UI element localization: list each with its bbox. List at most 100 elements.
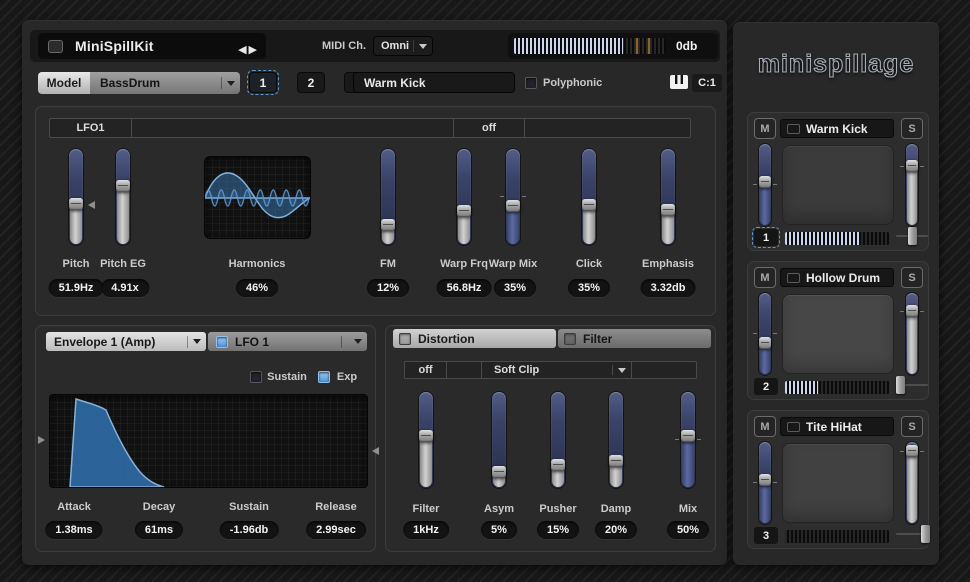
lfo-title[interactable]: LFO1 <box>50 119 132 137</box>
key-range-badge[interactable]: C:1 <box>692 74 722 92</box>
prev-preset-icon[interactable]: ◀ <box>238 43 246 56</box>
polyphonic-checkbox[interactable] <box>525 77 537 89</box>
voice-button-2[interactable]: 2 <box>297 72 325 93</box>
mixer-panel: minispillage M Warm Kick S 1 M <box>733 22 939 565</box>
distortion-mode-dropdown[interactable]: Soft Clip <box>482 362 632 378</box>
distortion-off-cell[interactable]: off <box>405 362 447 378</box>
peak-indicator <box>636 38 638 54</box>
distortion-mode-value: Soft Clip <box>494 364 539 376</box>
warp-frq-value[interactable]: 56.8Hz <box>437 279 492 297</box>
filter-enable-checkbox[interactable] <box>564 333 576 345</box>
slot-name-field[interactable]: Warm Kick <box>780 119 894 138</box>
preset-name-field[interactable]: Warm Kick <box>353 72 515 93</box>
mod-source-dropdown[interactable]: LFO 1 <box>208 332 367 351</box>
dist-filter-value[interactable]: 1kHz <box>403 521 449 539</box>
fm-value[interactable]: 12% <box>367 279 409 297</box>
asym-value[interactable]: 5% <box>481 521 517 539</box>
click-slider[interactable] <box>582 149 596 245</box>
release-value[interactable]: 2.99sec <box>306 521 366 539</box>
preset-file-icon[interactable] <box>48 40 63 53</box>
lfo-header-bar: LFO1 off <box>49 118 691 138</box>
solo-button[interactable]: S <box>901 267 923 288</box>
keyboard-icon[interactable] <box>670 75 688 94</box>
sustain-checkbox[interactable] <box>250 371 262 383</box>
slot-select-button[interactable]: 1 <box>754 229 778 246</box>
envelope-graph[interactable] <box>49 394 368 488</box>
slot-pan-slider[interactable] <box>759 442 771 524</box>
attack-value[interactable]: 1.38ms <box>45 521 102 539</box>
dist-filter-slider[interactable] <box>419 392 433 488</box>
slot-volume-slider[interactable] <box>906 144 918 226</box>
warp-mix-slider[interactable] <box>506 149 520 245</box>
dist-mix-slider[interactable] <box>681 392 695 488</box>
model-dropdown[interactable]: BassDrum <box>90 72 240 94</box>
envelope-selector-dropdown[interactable]: Envelope 1 (Amp) <box>46 332 206 351</box>
distortion-enable-checkbox[interactable] <box>399 333 411 345</box>
pitch-eg-value[interactable]: 4.91x <box>101 279 149 297</box>
solo-button[interactable]: S <box>901 118 923 139</box>
release-label: Release <box>315 501 357 514</box>
distortion-panel: Distortion Filter off Soft Clip <box>385 325 716 552</box>
harmonics-value[interactable]: 46% <box>236 279 278 297</box>
slot-name-field[interactable]: Tite HiHat <box>780 417 894 436</box>
tab-distortion[interactable]: Distortion <box>393 329 556 348</box>
slot-output-slider[interactable] <box>894 224 930 248</box>
plugin-background: MiniSpillKit ◀ ▶ MIDI Ch. Omni 0 <box>0 0 970 582</box>
envelope-end-marker-icon[interactable] <box>372 447 379 455</box>
midi-channel-dropdown[interactable]: Omni <box>373 36 433 56</box>
slot-pan-slider[interactable] <box>759 293 771 375</box>
warp-mix-value[interactable]: 35% <box>494 279 536 297</box>
harmonics-display[interactable] <box>204 156 311 239</box>
pusher-value[interactable]: 15% <box>537 521 579 539</box>
drum-slot-3: M Tite HiHat S 3 <box>747 410 929 549</box>
slot-volume-slider[interactable] <box>906 293 918 375</box>
preset-selector[interactable]: MiniSpillKit ◀ ▶ <box>38 33 266 59</box>
slot-output-slider[interactable] <box>894 373 930 397</box>
slot-volume-slider[interactable] <box>906 442 918 524</box>
pitch-value[interactable]: 51.9Hz <box>49 279 104 297</box>
asym-slider[interactable] <box>492 392 506 488</box>
drum-pad[interactable] <box>782 443 894 523</box>
sustain-value[interactable]: -1.96db <box>220 521 279 539</box>
fm-slider[interactable] <box>381 149 395 245</box>
dist-mix-value[interactable]: 50% <box>667 521 709 539</box>
slot-output-slider[interactable] <box>894 522 930 546</box>
warp-frq-slider[interactable] <box>457 149 471 245</box>
distortion-mode-spacer <box>447 362 482 378</box>
dist-mix-label: Mix <box>679 503 697 516</box>
emphasis-value[interactable]: 3.32db <box>641 279 696 297</box>
exp-checkbox[interactable] <box>318 371 330 383</box>
slot-name-field[interactable]: Hollow Drum <box>780 268 894 287</box>
mute-button[interactable]: M <box>754 267 776 288</box>
tab-distortion-label: Distortion <box>418 332 475 346</box>
mute-button[interactable]: M <box>754 416 776 437</box>
mute-button[interactable]: M <box>754 118 776 139</box>
slot-pan-slider[interactable] <box>759 144 771 226</box>
envelope-start-marker-icon[interactable] <box>38 436 45 444</box>
slider-thumb[interactable] <box>921 525 930 543</box>
slider-thumb[interactable] <box>908 227 917 245</box>
mod-enable-checkbox[interactable] <box>216 336 228 348</box>
damp-slider[interactable] <box>609 392 623 488</box>
lfo-mode[interactable]: off <box>454 119 525 137</box>
slot-name-text: Tite HiHat <box>806 420 862 434</box>
master-db-readout[interactable]: 0db <box>676 33 697 59</box>
slot-select-button[interactable]: 2 <box>754 378 778 395</box>
click-value[interactable]: 35% <box>568 279 610 297</box>
decay-value[interactable]: 61ms <box>135 521 183 539</box>
solo-button[interactable]: S <box>901 416 923 437</box>
emphasis-slider[interactable] <box>661 149 675 245</box>
pusher-slider[interactable] <box>551 392 565 488</box>
harmonics-label: Harmonics <box>229 258 286 271</box>
tab-filter[interactable]: Filter <box>558 329 711 348</box>
voice-button-1[interactable]: 1 <box>249 72 277 93</box>
damp-value[interactable]: 20% <box>595 521 637 539</box>
next-preset-icon[interactable]: ▶ <box>249 43 257 56</box>
model-label: Model <box>38 72 90 94</box>
drum-pad[interactable] <box>782 294 894 374</box>
pitch-eg-slider[interactable] <box>116 149 130 245</box>
pitch-slider[interactable] <box>69 149 83 245</box>
drum-pad[interactable] <box>782 145 894 225</box>
slot-select-button[interactable]: 3 <box>754 527 778 544</box>
slider-thumb[interactable] <box>896 376 905 394</box>
